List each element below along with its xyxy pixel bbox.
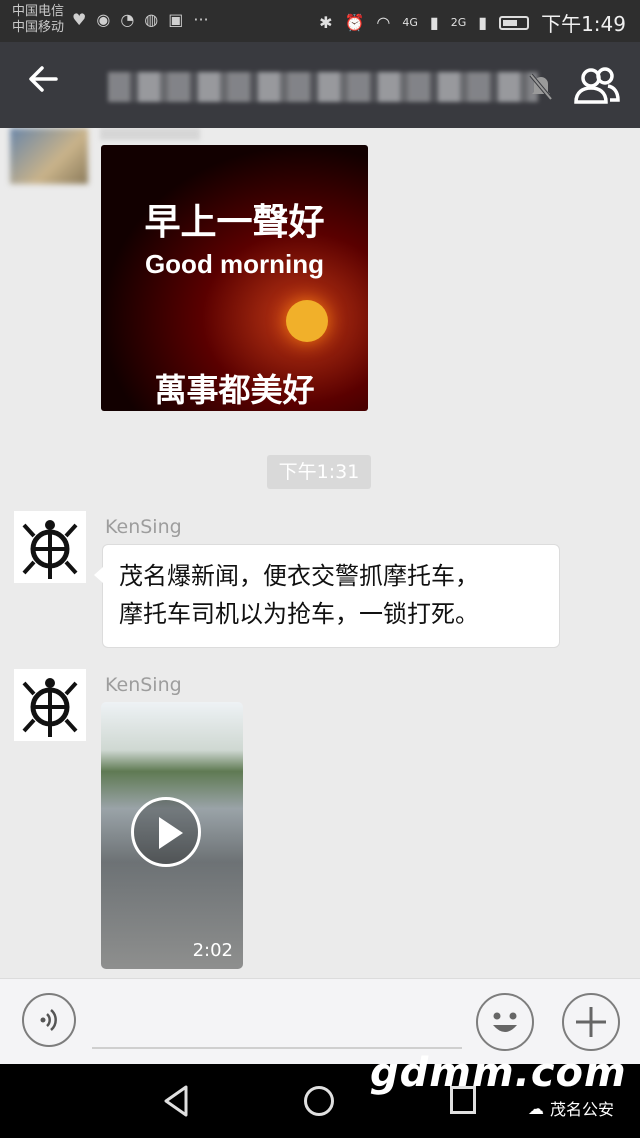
emoji-button[interactable]	[476, 993, 534, 1051]
message-timestamp: 下午1:31	[267, 455, 371, 489]
group-members-icon	[574, 67, 620, 104]
chat-messages[interactable]: 早上一聲好 Good morning 萬事都美好 下午1:31 KenSing …	[0, 128, 640, 978]
turtle-logo-icon	[22, 520, 78, 579]
status-right: ✱ ⏰ ◠ 4G ▮ 2G ▮ 下午1:49	[319, 8, 626, 37]
avatar-blurred[interactable]	[10, 128, 88, 184]
avatar-kensing-2[interactable]	[14, 669, 86, 741]
network-2g: 2G	[450, 16, 467, 29]
sender-name: KenSing	[105, 516, 182, 538]
image-caption-bottom: 萬事都美好	[154, 371, 315, 409]
voice-input-button[interactable]	[22, 993, 76, 1047]
notification-icons: ♥ ◉ ◔ ◍ ▣ ···	[72, 10, 209, 29]
speedometer-icon: ◔	[120, 10, 135, 29]
message-text-input[interactable]	[92, 1047, 462, 1049]
network-4g: 4G	[402, 16, 418, 29]
video-duration: 2:02	[192, 940, 233, 961]
health-icon: ♥	[72, 10, 87, 29]
alarm-icon: ⏰	[344, 13, 365, 32]
carrier-1: 中国电信	[12, 4, 65, 19]
weibo-icon: ◉	[96, 10, 111, 29]
app-square-icon: ▣	[168, 10, 184, 29]
sender-name: KenSing	[105, 674, 182, 696]
wechat-icon: ☁	[528, 1098, 544, 1118]
message-text-line-1: 茂名爆新闻，便衣交警抓摩托车，	[119, 562, 479, 590]
arrow-left-icon	[29, 66, 58, 92]
text-message-bubble[interactable]: 茂名爆新闻，便衣交警抓摩托车， 摩托车司机以为抢车，一锁打死。	[94, 544, 560, 648]
voice-icon	[40, 1009, 57, 1031]
image-caption-middle: Good morning	[144, 249, 325, 279]
sender-name-blurred	[100, 128, 200, 140]
image-message[interactable]: 早上一聲好 Good morning 萬事都美好	[101, 145, 368, 411]
carrier-info: 中国电信 中国移动	[12, 4, 64, 36]
signal-icon: ▮	[429, 13, 439, 32]
status-bar: 中国电信 中国移动 ♥ ◉ ◔ ◍ ▣ ··· ✱ ⏰ ◠ 4G ▮ 2G ▮ …	[0, 0, 640, 42]
back-button[interactable]	[26, 62, 66, 108]
plus-icon	[576, 1007, 606, 1037]
mute-notifications-icon	[528, 72, 554, 102]
chat-members-button[interactable]	[572, 64, 622, 108]
signal-icon-2: ▮	[478, 13, 488, 32]
smiley-icon	[493, 1012, 517, 1032]
image-caption-top: 早上一聲好	[144, 201, 325, 243]
more-actions-button[interactable]	[562, 993, 620, 1051]
watermark-badge: ☁ 茂名公安	[528, 1096, 614, 1120]
clock: 下午1:49	[541, 12, 626, 36]
video-message[interactable]: 2:02	[101, 702, 243, 969]
nav-home-icon[interactable]	[304, 1086, 334, 1116]
watermark-site: gdmm.com	[370, 1050, 627, 1096]
avatar-kensing-1[interactable]	[14, 511, 86, 583]
sun-graphic	[286, 300, 328, 342]
watermark-badge-text: 茂名公安	[550, 1100, 615, 1119]
app-icon: ◍	[144, 10, 159, 29]
nav-back-icon[interactable]	[162, 1084, 192, 1118]
carrier-2: 中国移动	[12, 20, 65, 35]
play-icon[interactable]	[131, 797, 201, 867]
more-notifications-icon: ···	[193, 10, 209, 29]
bluetooth-icon: ✱	[319, 13, 333, 32]
turtle-logo-icon	[22, 678, 78, 737]
chat-title-blurred	[108, 72, 538, 102]
battery-icon	[499, 15, 530, 30]
chat-header	[0, 42, 640, 128]
wifi-icon: ◠	[376, 13, 391, 32]
message-text-line-2: 摩托车司机以为抢车，一锁打死。	[119, 600, 479, 628]
